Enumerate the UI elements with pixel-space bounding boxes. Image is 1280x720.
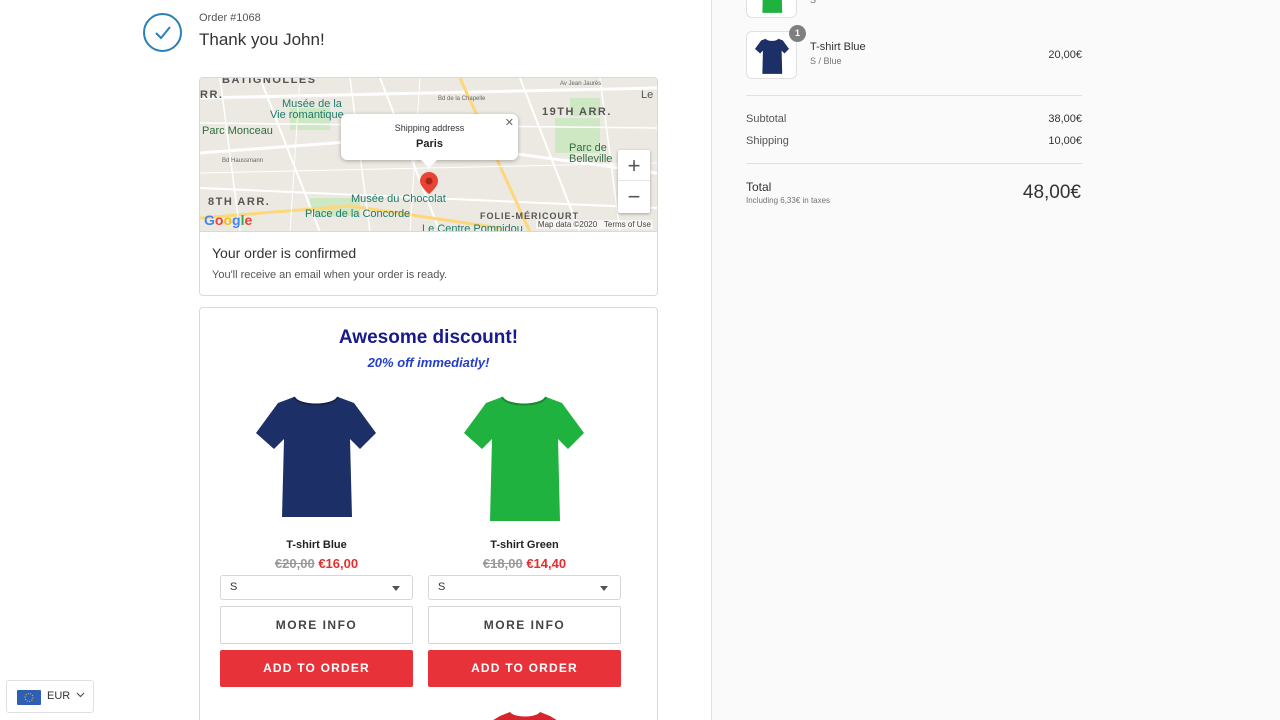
old-price: €18,00	[482, 556, 523, 571]
order-confirmed-check-icon	[143, 13, 182, 52]
discount-subtitle: 20% off immediatly!	[367, 355, 490, 370]
chevron-down-icon	[392, 586, 400, 591]
map-label-8th: 8TH ARR.	[208, 196, 271, 208]
map-label-bd-chapelle: Bd de la Chapelle	[438, 96, 486, 102]
map-label-place-concorde: Place de la Concorde	[305, 208, 411, 220]
map-zoom-controls: + −	[618, 150, 650, 213]
map-label-17th: RR.	[200, 89, 224, 101]
map-pin-icon[interactable]	[420, 172, 438, 194]
more-info-button[interactable]: MORE INFO	[428, 606, 621, 644]
line-item-variant: S / Blue	[810, 56, 842, 66]
tshirt-red-image	[493, 712, 557, 720]
summary-divider	[746, 163, 1082, 164]
confirmation-text: You'll receive an email when your order …	[212, 269, 448, 281]
product-name: T-shirt Blue	[286, 539, 347, 551]
product-price: €18,00 €14,40	[428, 556, 621, 571]
map-terms-link[interactable]: Terms of Use	[604, 220, 651, 229]
discounted-price: €16,00	[318, 556, 359, 571]
size-select[interactable]: S	[220, 575, 413, 600]
tshirt-blue-image	[256, 396, 376, 517]
discount-title: Awesome discount!	[338, 327, 519, 348]
map-attribution: Map data ©2020 Terms of Use	[535, 220, 653, 229]
map-label-batignolles: BATIGNOLLES	[222, 78, 317, 86]
map-label-vie-romantique: Vie romantique	[270, 109, 344, 121]
shipping-map[interactable]: BATIGNOLLES RR. Musée de la Vie romantiq…	[200, 78, 657, 232]
product-name: T-shirt Green	[490, 539, 559, 551]
tshirt-green-thumb	[762, 0, 783, 13]
tax-note: Including 6,33€ in taxes	[746, 196, 831, 205]
add-to-order-button[interactable]: ADD TO ORDER	[428, 650, 621, 687]
popup-city: Paris	[416, 138, 443, 150]
size-select[interactable]: S	[428, 575, 621, 600]
popup-close-icon[interactable]: ✕	[505, 116, 514, 129]
zoom-out-button[interactable]: −	[618, 181, 650, 212]
eu-flag-icon	[17, 690, 41, 705]
line-item-thumbnail: 1	[746, 25, 806, 79]
shipping-label: Shipping	[746, 135, 789, 147]
currency-code: EUR	[47, 690, 71, 702]
confirmation-title: Your order is confirmed	[212, 245, 357, 261]
google-logo: Google	[204, 212, 253, 228]
order-number: Order #1068	[199, 12, 261, 24]
map-label-av-jean-jaures: Av Jean Jaurès	[560, 81, 602, 87]
discounted-price: €14,40	[526, 556, 567, 571]
upsell-discount-card: Awesome discount! 20% off immediatly! T-…	[199, 307, 658, 720]
map-label-musee-chocolat: Musée du Chocolat	[351, 193, 446, 205]
map-label-le-pre: Le P	[641, 89, 657, 101]
quantity-badge: 1	[789, 25, 806, 42]
thank-you-heading: Thank you John!	[199, 30, 325, 49]
popup-title: Shipping address	[394, 123, 465, 133]
shipping-row: Shipping 10,00€	[746, 135, 1082, 147]
map-label-bd-haussmann: Bd Haussmann	[222, 158, 264, 164]
product-price: €20,00 €16,00	[220, 556, 413, 571]
main-column: Order #1068 Thank you John! BATIGNOLLES …	[0, 0, 711, 720]
chevron-down-icon	[76, 692, 85, 698]
map-label-pompidou: Le Centre Pompidou	[422, 223, 523, 232]
shipping-address-popup: Shipping address Paris ✕	[341, 114, 518, 168]
zoom-in-button[interactable]: +	[618, 150, 650, 181]
chevron-down-icon	[600, 586, 608, 591]
tshirt-green-image	[464, 396, 584, 521]
line-item-name: T-shirt Blue	[810, 41, 866, 53]
summary-line-item: 1 T-shirt Blue S / Blue 20,00€	[746, 25, 1082, 81]
summary-line-item: S	[746, 0, 1082, 20]
shipping-value: 10,00€	[1048, 135, 1082, 147]
order-summary-sidebar: S 1 T-shirt Blue S / Blue 20,00€ Subtota…	[711, 0, 1280, 720]
order-confirmation-card: BATIGNOLLES RR. Musée de la Vie romantiq…	[199, 77, 658, 296]
map-label-parc-monceau: Parc Monceau	[202, 125, 273, 137]
currency-selector[interactable]: EUR	[6, 680, 94, 713]
old-price: €20,00	[274, 556, 315, 571]
line-item-price: 20,00€	[1048, 49, 1082, 61]
add-to-order-button[interactable]: ADD TO ORDER	[220, 650, 413, 687]
total-value: 48,00€	[1022, 182, 1081, 203]
subtotal-label: Subtotal	[746, 113, 787, 125]
total-label: Total	[746, 180, 772, 194]
map-label-parc-belleville-2: Belleville	[569, 153, 613, 165]
line-item-thumbnail	[746, 0, 797, 18]
line-item-variant: S	[810, 0, 817, 5]
more-info-button[interactable]: MORE INFO	[220, 606, 413, 644]
map-label-19th: 19TH ARR.	[542, 106, 612, 118]
subtotal-row: Subtotal 38,00€	[746, 113, 1082, 125]
tshirt-blue-thumb	[755, 38, 789, 74]
subtotal-value: 38,00€	[1048, 113, 1082, 125]
summary-divider	[746, 95, 1082, 96]
